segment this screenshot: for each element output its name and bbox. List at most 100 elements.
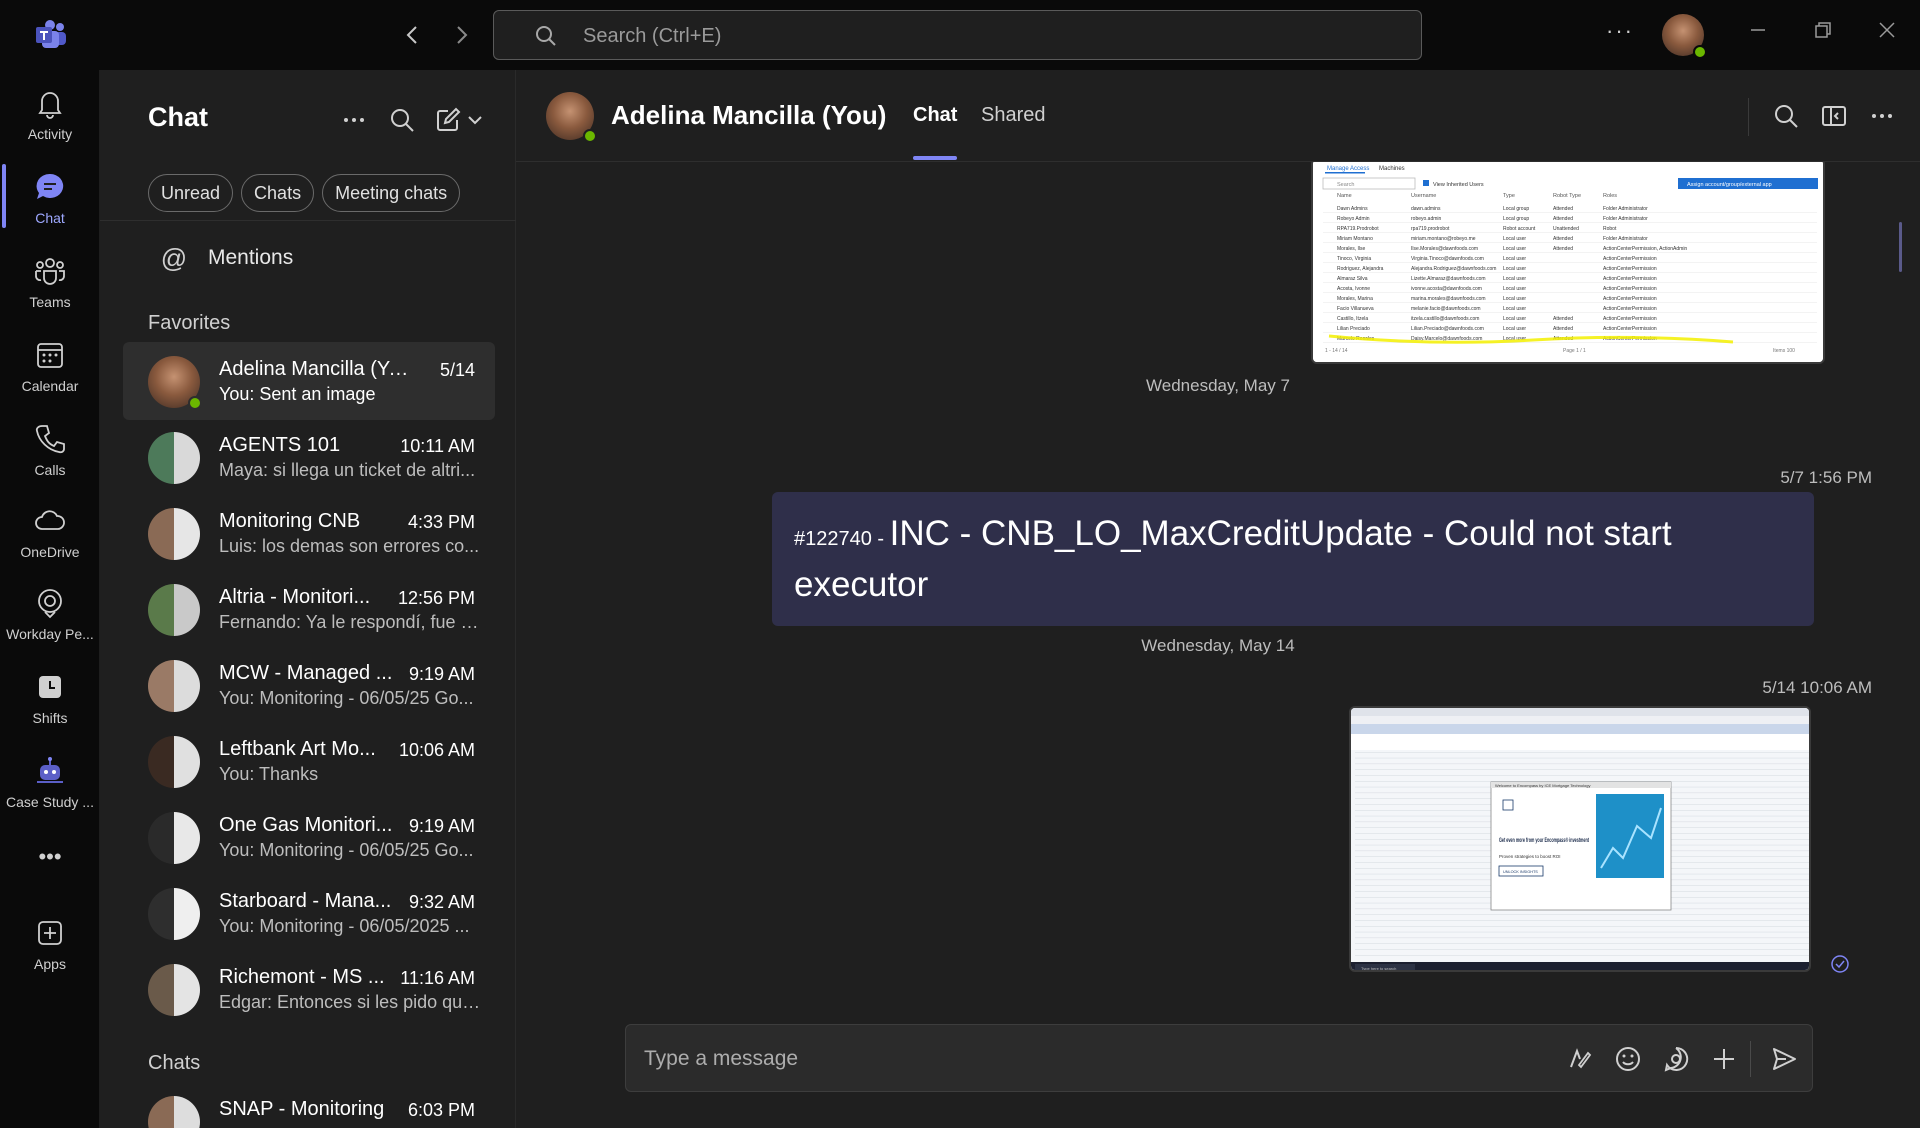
shot1-cell: Local user (1503, 266, 1526, 272)
emoji-icon[interactable] (1614, 1045, 1642, 1073)
rail-item-onedrive[interactable]: OneDrive (0, 494, 100, 576)
chat-item-adelina[interactable]: Adelina Mancilla (You) 5/14 You: Sent an… (123, 342, 495, 420)
favorites-label[interactable]: Favorites (148, 312, 230, 335)
add-icon[interactable] (1710, 1045, 1738, 1073)
filter-unread[interactable]: Unread (148, 174, 234, 212)
shot1-cell: Local user (1503, 326, 1526, 332)
read-receipt-icon (1831, 955, 1849, 973)
chat-item-snap[interactable]: SNAP - Monitoring 6:03 PM (123, 1082, 495, 1128)
teams-logo-icon[interactable] (34, 18, 68, 52)
rail-label: OneDrive (20, 544, 80, 560)
shot1-cell: Attended (1553, 206, 1573, 212)
shot2-grid-line (1355, 769, 1809, 770)
group-avatar (148, 584, 200, 636)
more-options-icon[interactable] (1868, 102, 1896, 130)
filter-meeting-chats[interactable]: Meeting chats (322, 174, 461, 212)
shot1-footer-right: Items 100 (1773, 348, 1795, 354)
compose-box[interactable]: Type a message (625, 1024, 1813, 1092)
chat-item-agents-101[interactable]: AGENTS 101 10:11 AM Maya: si llega un ti… (123, 418, 495, 496)
more-apps-icon: ••• (38, 844, 62, 869)
conversation-avatar[interactable] (546, 92, 597, 143)
shot1-cell: Unattended (1553, 226, 1579, 232)
loop-component-icon[interactable] (1662, 1045, 1690, 1073)
forward-button[interactable] (448, 22, 474, 48)
rail-label: Apps (34, 956, 66, 972)
chats-section-label[interactable]: Chats (148, 1052, 200, 1075)
minimize-button[interactable] (1743, 18, 1773, 48)
chat-item-altria[interactable]: Altria - Monitori... 12:56 PM Fernando: … (123, 570, 495, 648)
bot-icon (37, 757, 63, 783)
chevron-down-icon[interactable] (466, 106, 484, 134)
chat-item-leftbank[interactable]: Leftbank Art Mo... 10:06 AM You: Thanks (123, 722, 495, 800)
shot1-cell: Lilian Preciado (1337, 326, 1370, 332)
divider (100, 220, 516, 221)
restore-button[interactable] (1808, 18, 1838, 48)
chat-preview: You: Thanks (219, 764, 319, 784)
active-tab-indicator (913, 156, 957, 160)
rail-item-activity[interactable]: Activity (0, 76, 100, 158)
rail-item-chat[interactable]: Chat (0, 160, 100, 242)
presence-available-icon (1693, 45, 1707, 59)
rail-item-teams[interactable]: Teams (0, 244, 100, 326)
date-separator: Wednesday, May 14 (1141, 636, 1295, 655)
shot1-footer-left: 1 - 14 / 14 (1325, 348, 1348, 354)
shot2-grid-line (1355, 937, 1809, 939)
message-timestamp: 5/14 10:06 AM (1762, 678, 1872, 697)
rail-item-apps[interactable]: Apps (0, 906, 100, 988)
shot1-search: Search (1337, 182, 1354, 188)
shot1-cell: Almaraz Silva (1337, 276, 1368, 282)
chat-name: SNAP - Monitoring (219, 1098, 385, 1120)
rail-item-shifts[interactable]: Shifts (0, 660, 100, 742)
new-chat-icon[interactable] (434, 106, 462, 134)
chat-item-starboard[interactable]: Starboard - Mana... 9:32 AM You: Monitor… (123, 874, 495, 952)
close-icon (1879, 22, 1895, 38)
shot1-cell: ActionCenterPermission, ActionAdmin (1603, 246, 1687, 252)
shot1-cell: Lilian.Preciado@dawnfoods.com (1411, 326, 1484, 332)
mentions-item[interactable]: @ Mentions (160, 238, 293, 278)
shot1-cell: ActionCenterPermission (1603, 286, 1657, 292)
shot1-cell: Folder Administrator (1603, 206, 1648, 212)
image-message-encompass[interactable]: Welcome to Encompass by ICE Mortgage Tec… (1349, 706, 1811, 972)
search-input[interactable]: Search (Ctrl+E) (493, 10, 1422, 60)
side-panel-icon[interactable] (1820, 102, 1848, 130)
rail-label: Teams (29, 294, 71, 310)
rail-item-workday[interactable]: Workday Pe... (0, 576, 100, 658)
chat-item-monitoring-cnb[interactable]: Monitoring CNB 4:33 PM Luis: los demas s… (123, 494, 495, 572)
shot1-cell: Local user (1503, 236, 1526, 242)
rail-item-case-study[interactable]: Case Study ... (0, 744, 100, 826)
conversation-title: Adelina Mancilla (You) (611, 100, 887, 130)
tab-chat[interactable]: Chat (913, 104, 957, 127)
chat-item-one-gas[interactable]: One Gas Monitori... 9:19 AM You: Monitor… (123, 798, 495, 876)
chat-item-richemont[interactable]: Richemont - MS ... 11:16 AM Edgar: Enton… (123, 950, 495, 1028)
shot1-header-cell: Robot Type (1553, 193, 1581, 199)
rail-item-calls[interactable]: Calls (0, 412, 100, 494)
shot1-cell: Rodriguez, Alejandra (1337, 266, 1384, 272)
search-icon[interactable] (1772, 102, 1800, 130)
chat-name: Adelina Mancilla (You) (219, 358, 409, 380)
shot1-cell: Robot (1603, 226, 1617, 232)
shot1-cell: Local group (1503, 216, 1529, 222)
search-placeholder: Search (Ctrl+E) (583, 25, 722, 47)
filter-chats[interactable]: Chats (241, 174, 315, 212)
message-bubble[interactable]: #122740 - INC - CNB_LO_MaxCreditUpdate -… (772, 492, 1814, 626)
rail-item-calendar[interactable]: Calendar (0, 328, 100, 410)
search-icon[interactable] (388, 106, 416, 134)
message-timestamp: 5/7 1:56 PM (1780, 468, 1872, 487)
send-icon[interactable] (1770, 1045, 1798, 1073)
scrollbar[interactable] (1899, 222, 1902, 272)
date-separator: Wednesday, May 7 (1146, 376, 1290, 395)
shot2-popup-sub: Proven strategies to boost ROI (1499, 854, 1561, 859)
back-button[interactable] (400, 22, 426, 48)
shot1-cell: melanie.facio@dawnfoods.com (1411, 306, 1481, 312)
profile-avatar[interactable] (1662, 14, 1707, 59)
image-message-manage-access[interactable]: Manage Access Machines Search View Inher… (1311, 162, 1825, 364)
rail-more-button[interactable]: ••• (0, 838, 100, 878)
format-icon[interactable] (1566, 1045, 1594, 1073)
more-options-icon[interactable] (340, 106, 368, 134)
chat-name: Leftbank Art Mo... (219, 738, 376, 760)
tab-shared[interactable]: Shared (981, 104, 1046, 127)
close-button[interactable] (1872, 18, 1902, 48)
more-options-button[interactable]: ··· (1606, 18, 1634, 44)
chat-item-mcw[interactable]: MCW - Managed ... 9:19 AM You: Monitorin… (123, 646, 495, 724)
shot1-footer-mid: Page 1 / 1 (1563, 348, 1586, 354)
